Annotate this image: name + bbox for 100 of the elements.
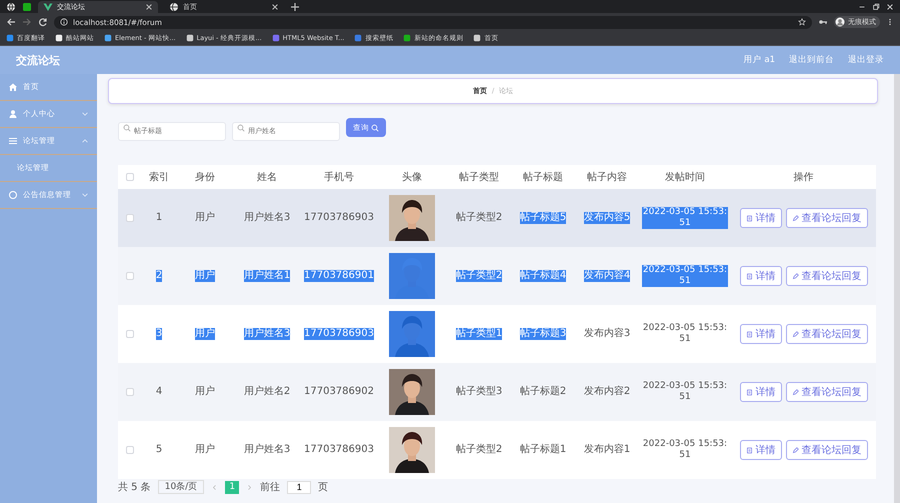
table-cell: 发布内容2: [584, 386, 630, 398]
total-count: 共 5 条: [118, 480, 151, 494]
checkbox[interactable]: [126, 446, 134, 454]
search-icon: [371, 124, 379, 132]
view-replies-button[interactable]: 查看论坛回复: [786, 324, 868, 344]
page-input[interactable]: 1: [287, 480, 312, 494]
column-header: 身份: [195, 171, 215, 184]
globe-icon[interactable]: [6, 2, 16, 12]
column-header: 头像: [402, 170, 422, 184]
details-button[interactable]: 详情: [740, 208, 782, 228]
table-cell: 帖子类型3: [456, 386, 502, 398]
table-cell: 帖子类型2: [456, 444, 502, 456]
table-cell: 17703786903: [304, 212, 374, 224]
home-icon: [8, 82, 18, 92]
checkbox[interactable]: [126, 173, 134, 181]
v-logo-icon: [43, 2, 53, 12]
table-cell: 用户姓名3: [244, 328, 290, 340]
checkbox[interactable]: [126, 330, 134, 338]
bookmark-icon: [55, 34, 63, 42]
table-cell: 发布内容1: [584, 444, 630, 456]
table-cell: 2022-03-05 15:53:51: [642, 264, 728, 288]
goto-label: 前往: [260, 480, 280, 494]
bookmark-icon: [104, 34, 112, 42]
table-cell: 2022-03-05 15:53:51: [642, 380, 728, 404]
table-cell: 3: [156, 328, 162, 340]
table-cell: 帖子标题2: [520, 386, 566, 398]
info-icon: [60, 18, 68, 26]
page-suffix: 页: [318, 481, 328, 494]
table-cell: 帖子类型2: [456, 270, 502, 282]
edit-icon: [792, 272, 798, 280]
view-replies-button[interactable]: 查看论坛回复: [786, 382, 868, 402]
reload-icon[interactable]: [38, 17, 48, 27]
bookmark-icon: [6, 34, 14, 42]
table-cell: 用户姓名3: [244, 212, 290, 224]
plus-icon[interactable]: [290, 2, 300, 12]
edit-icon: [792, 388, 798, 396]
column-header: 索引: [149, 170, 169, 184]
table-cell: 用户姓名1: [244, 270, 290, 282]
close-icon[interactable]: [886, 2, 894, 10]
circle-icon: [8, 190, 18, 200]
checkbox[interactable]: [126, 388, 134, 396]
column-header: 帖子标题: [523, 170, 563, 184]
app-icon[interactable]: [22, 2, 32, 12]
avatar-icon: [835, 17, 845, 27]
column-header: 手机号: [324, 170, 354, 184]
checkbox[interactable]: [126, 272, 134, 280]
document-icon: [746, 214, 752, 222]
column-header: 发帖时间: [665, 170, 705, 184]
table-cell: 帖子类型1: [456, 328, 502, 340]
star-icon[interactable]: [798, 18, 806, 26]
table-cell: 用户姓名2: [244, 386, 290, 398]
close-icon[interactable]: [271, 3, 279, 11]
globe-icon: [169, 2, 179, 12]
details-button[interactable]: 详情: [740, 324, 782, 344]
document-icon: [746, 446, 752, 454]
back-icon[interactable]: [6, 17, 16, 27]
search-icon: [123, 124, 131, 132]
search-icon: [237, 124, 245, 132]
table-cell: 2022-03-05 15:53:51: [642, 206, 728, 230]
table-cell: 用户: [195, 386, 215, 398]
table-cell: 17703786903: [304, 444, 374, 456]
key-icon[interactable]: [818, 17, 828, 27]
table-cell: 帖子标题1: [520, 444, 566, 456]
app-title: 交流论坛: [16, 52, 60, 68]
user-icon: [8, 109, 18, 119]
document-icon: [746, 330, 752, 338]
document-icon: [746, 388, 752, 396]
document-icon: [746, 272, 752, 280]
table-cell: 5: [156, 444, 162, 456]
column-header: 操作: [794, 171, 814, 184]
chevron-icon: [81, 110, 89, 118]
table-cell: 4: [156, 386, 162, 398]
bookmark-icon: [403, 34, 412, 42]
close-icon[interactable]: [145, 3, 153, 11]
table-cell: 2: [156, 270, 162, 282]
page-size-select[interactable]: 10条/页: [158, 480, 204, 494]
edit-icon: [792, 214, 798, 222]
list-icon: [8, 136, 18, 146]
details-button[interactable]: 详情: [740, 382, 782, 402]
bookmark-icon: [186, 34, 194, 42]
edit-icon: [792, 330, 798, 338]
table-cell: 17703786902: [304, 386, 374, 398]
table-cell: 17703786901: [304, 270, 374, 282]
restore-icon[interactable]: [872, 2, 880, 10]
table-cell: 用户: [195, 212, 215, 224]
checkbox[interactable]: [126, 214, 134, 222]
details-button[interactable]: 详情: [740, 440, 782, 460]
view-replies-button[interactable]: 查看论坛回复: [786, 266, 868, 286]
table-cell: 帖子标题5: [520, 212, 566, 224]
details-button[interactable]: 详情: [740, 266, 782, 286]
chevron-icon: [81, 137, 89, 145]
bookmark-icon: [272, 34, 280, 42]
column-header: 姓名: [257, 171, 277, 184]
table-cell: 17703786903: [304, 328, 374, 340]
view-replies-button[interactable]: 查看论坛回复: [786, 208, 868, 228]
table-cell: 用户: [195, 270, 215, 282]
column-header: 帖子内容: [587, 170, 627, 184]
view-replies-button[interactable]: 查看论坛回复: [786, 440, 868, 460]
page-button[interactable]: 1: [225, 480, 240, 494]
table-cell: 帖子类型2: [456, 212, 502, 224]
